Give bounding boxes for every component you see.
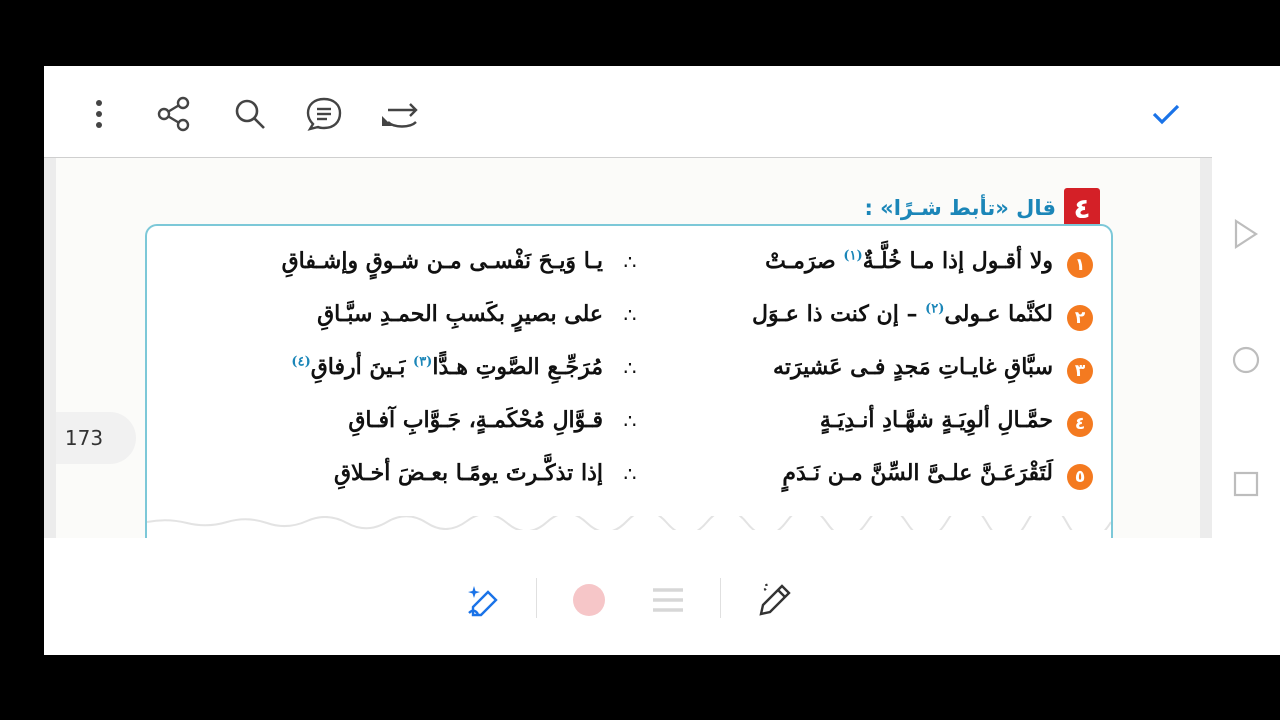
toolbar-separator <box>720 578 721 618</box>
verse-second-hemistich: يـا وَيـحَ نَفْسـى مـن شـوقٍ وإشـفاقِ <box>281 248 603 274</box>
verse-number: ٤ <box>1067 411 1093 437</box>
verse-number: ٣ <box>1067 358 1093 384</box>
annotation-toolbar <box>44 538 1280 655</box>
top-toolbar <box>44 66 1280 158</box>
footnote-marker: (٤) <box>291 354 311 370</box>
verse-first-hemistich: سبَّاقِ غايـاتِ مَجدٍ فـى عَشيرَته <box>773 354 1053 380</box>
reader-screen: ٤ قال «تأبط شـرًا» : ١ ولا أقـول إذا مـا… <box>44 66 1280 655</box>
back-triangle-icon[interactable] <box>1230 218 1262 250</box>
verse-number: ٥ <box>1067 464 1093 490</box>
verse-second-hemistich: مُرَجِّـعِ الصَّوتِ هـدًّا(٣) بَـينَ أرف… <box>291 354 603 380</box>
verse-first-hemistich: ولا أقـول إذا مـا خُلَّـةٌ(١) صرَمـتْ <box>765 248 1053 274</box>
verse-separator: ∴ <box>623 462 637 486</box>
verse-row: ٢ لكنَّما عـولى(٢) – إن كنت ذا عـوَل ∴ ع… <box>147 297 1111 341</box>
verse-separator: ∴ <box>623 356 637 380</box>
verse-row: ٤ حمَّـالِ ألوِيَـةٍ شهَّـادِ أنـدِيَـةٍ… <box>147 403 1111 447</box>
verse-row: ٥ لَتَقْرَعَـنَّ علـىَّ السِّنَّ مـن نَـ… <box>147 456 1111 500</box>
more-vertical-icon[interactable] <box>77 92 121 136</box>
check-icon[interactable] <box>1144 92 1188 136</box>
home-circle-icon[interactable] <box>1230 344 1262 376</box>
question-title: قال «تأبط شـرًا» : <box>864 196 1056 220</box>
page-number-badge: 173 <box>56 412 136 464</box>
verse-second-hemistich: على بصيرٍ بكَسبِ الحمـدِ سبَّـاقِ <box>317 301 603 327</box>
question-header: ٤ قال «تأبط شـرًا» : <box>864 188 1100 228</box>
verse-number: ١ <box>1067 252 1093 278</box>
comment-icon[interactable] <box>302 92 346 136</box>
verse-row: ١ ولا أقـول إذا مـا خُلَّـةٌ(١) صرَمـتْ … <box>147 244 1111 288</box>
poem-box: ١ ولا أقـول إذا مـا خُلَّـةٌ(١) صرَمـتْ … <box>145 224 1113 538</box>
footnote-marker: (٣) <box>413 354 433 370</box>
color-dot-icon[interactable] <box>565 576 613 624</box>
page-viewport[interactable]: ٤ قال «تأبط شـرًا» : ١ ولا أقـول إذا مـا… <box>44 158 1212 538</box>
lines-icon[interactable] <box>644 576 692 624</box>
verse-row: ٣ سبَّاقِ غايـاتِ مَجدٍ فـى عَشيرَته ∴ م… <box>147 350 1111 394</box>
recents-square-icon[interactable] <box>1230 468 1262 500</box>
search-icon[interactable] <box>228 92 272 136</box>
toolbar-separator <box>536 578 537 618</box>
undo-redo-icon[interactable] <box>380 92 424 136</box>
verse-separator: ∴ <box>623 250 637 274</box>
verse-separator: ∴ <box>623 409 637 433</box>
verse-first-hemistich: لكنَّما عـولى(٢) – إن كنت ذا عـوَل <box>752 301 1053 327</box>
ai-sparkle-pen-icon[interactable] <box>460 576 508 624</box>
verse-second-hemistich: قـوَّالِ مُحْكَمـةٍ، جَـوَّابِ آفـاقِ <box>348 407 603 433</box>
pencil-icon[interactable] <box>750 576 798 624</box>
verse-separator: ∴ <box>623 303 637 327</box>
share-icon[interactable] <box>152 92 196 136</box>
verse-number: ٢ <box>1067 305 1093 331</box>
footnote-marker: (٢) <box>925 301 945 317</box>
verse-first-hemistich: لَتَقْرَعَـنَّ علـىَّ السِّنَّ مـن نَـدَ… <box>782 460 1053 486</box>
verse-second-hemistich: إذا تذكَّـرتَ يومًـا بعـضَ أخـلاقِ <box>333 460 603 486</box>
verse-first-hemistich: حمَّـالِ ألوِيَـةٍ شهَّـادِ أنـدِيَـةٍ <box>819 407 1053 433</box>
book-page: ٤ قال «تأبط شـرًا» : ١ ولا أقـول إذا مـا… <box>56 158 1200 538</box>
footnote-marker: (١) <box>843 248 863 264</box>
question-number-badge: ٤ <box>1064 188 1100 228</box>
torn-edge <box>147 516 1111 530</box>
